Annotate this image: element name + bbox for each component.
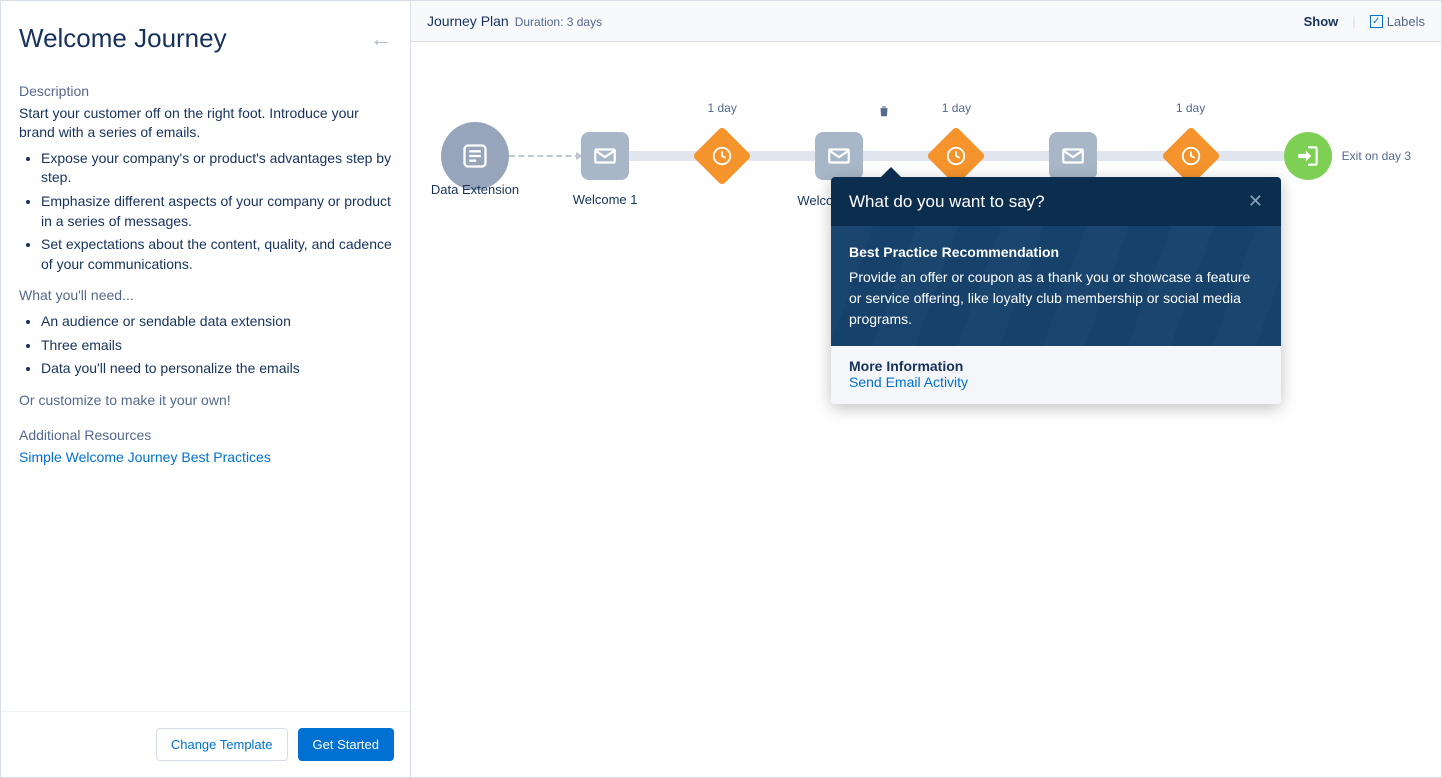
- send-email-activity-link[interactable]: Send Email Activity: [849, 374, 1263, 390]
- popover: What do you want to say? ✕ Best Practice…: [831, 177, 1281, 404]
- list-item: Three emails: [41, 336, 392, 356]
- list-item: Expose your company's or product's advan…: [41, 149, 392, 188]
- sidebar-header: Welcome Journey ←: [1, 1, 410, 64]
- entry-label: Data Extension: [431, 182, 519, 197]
- journey-plan-title: Journey Plan: [427, 13, 509, 29]
- labels-text: Labels: [1387, 14, 1425, 29]
- exit-icon: [1284, 132, 1332, 180]
- popover-title: What do you want to say?: [849, 192, 1045, 212]
- get-started-button[interactable]: Get Started: [298, 728, 394, 761]
- change-template-button[interactable]: Change Template: [156, 728, 288, 761]
- duration-text: Duration: 3 days: [515, 15, 602, 29]
- wait2-label: 1 day: [942, 101, 971, 115]
- journey-canvas: Data Extension Welcome 1 1 day: [411, 42, 1441, 777]
- list-item: An audience or sendable data extension: [41, 312, 392, 332]
- main: Journey Plan Duration: 3 days Show | ✓ L…: [411, 1, 1441, 777]
- connector: [1212, 151, 1284, 161]
- recommendation-title: Best Practice Recommendation: [849, 242, 1263, 263]
- list-item: Emphasize different aspects of your comp…: [41, 192, 392, 231]
- topbar-left: Journey Plan Duration: 3 days: [427, 13, 602, 29]
- exit-node[interactable]: [1284, 132, 1332, 180]
- email-icon: [581, 132, 629, 180]
- close-icon[interactable]: ✕: [1248, 191, 1263, 212]
- labels-toggle[interactable]: ✓ Labels: [1370, 14, 1425, 29]
- exit-label: Exit on day 3: [1342, 149, 1411, 163]
- connector: [509, 155, 581, 157]
- app-root: Welcome Journey ← Description Start your…: [0, 0, 1442, 778]
- popover-header: What do you want to say? ✕: [831, 177, 1281, 226]
- sidebar: Welcome Journey ← Description Start your…: [1, 1, 411, 777]
- email-node-3[interactable]: Welcome 3: [1049, 132, 1097, 180]
- wait-node-2[interactable]: 1 day: [935, 135, 977, 177]
- resources-link[interactable]: Simple Welcome Journey Best Practices: [19, 448, 392, 468]
- back-arrow-icon[interactable]: ←: [370, 26, 392, 52]
- resources-label: Additional Resources: [19, 426, 392, 446]
- clock-icon: [692, 126, 751, 185]
- wait3-label: 1 day: [1176, 101, 1205, 115]
- sidebar-body: Description Start your customer off on t…: [1, 64, 410, 711]
- wait1-label: 1 day: [708, 101, 737, 115]
- entry-node[interactable]: Data Extension: [441, 122, 509, 190]
- connector: [629, 151, 701, 161]
- list-item: Data you'll need to personalize the emai…: [41, 359, 392, 379]
- more-info-label: More Information: [849, 358, 1263, 374]
- data-extension-icon: [441, 122, 509, 190]
- page-title: Welcome Journey: [19, 23, 227, 54]
- trash-icon[interactable]: [877, 104, 891, 121]
- popover-footer: More Information Send Email Activity: [831, 346, 1281, 404]
- need-label: What you'll need...: [19, 286, 392, 306]
- recommendation-text: Provide an offer or coupon as a thank yo…: [849, 267, 1263, 330]
- wait-node-1[interactable]: 1 day: [701, 135, 743, 177]
- email-node-1[interactable]: Welcome 1: [581, 132, 629, 180]
- wait-node-3[interactable]: 1 day: [1170, 135, 1212, 177]
- email-icon: [1049, 132, 1097, 180]
- topbar: Journey Plan Duration: 3 days Show | ✓ L…: [411, 1, 1441, 42]
- email-icon: [815, 132, 863, 180]
- description-label: Description: [19, 82, 392, 102]
- email1-label: Welcome 1: [573, 192, 638, 207]
- email-node-2[interactable]: Welcome 2: [815, 132, 863, 180]
- list-item: Set expectations about the content, qual…: [41, 235, 392, 274]
- checkbox-icon: ✓: [1370, 15, 1383, 28]
- advantages-list: Expose your company's or product's advan…: [19, 149, 392, 275]
- description-text: Start your customer off on the right foo…: [19, 104, 392, 143]
- connector: [977, 151, 1049, 161]
- popover-body: Best Practice Recommendation Provide an …: [831, 226, 1281, 346]
- show-button[interactable]: Show: [1304, 14, 1339, 29]
- connector: [863, 151, 935, 161]
- needs-list: An audience or sendable data extension T…: [19, 312, 392, 379]
- customize-text: Or customize to make it your own!: [19, 391, 392, 411]
- divider: |: [1352, 14, 1355, 29]
- topbar-right: Show | ✓ Labels: [1304, 14, 1425, 29]
- sidebar-footer: Change Template Get Started: [1, 711, 410, 777]
- connector: [1097, 151, 1169, 161]
- connector: [743, 151, 815, 161]
